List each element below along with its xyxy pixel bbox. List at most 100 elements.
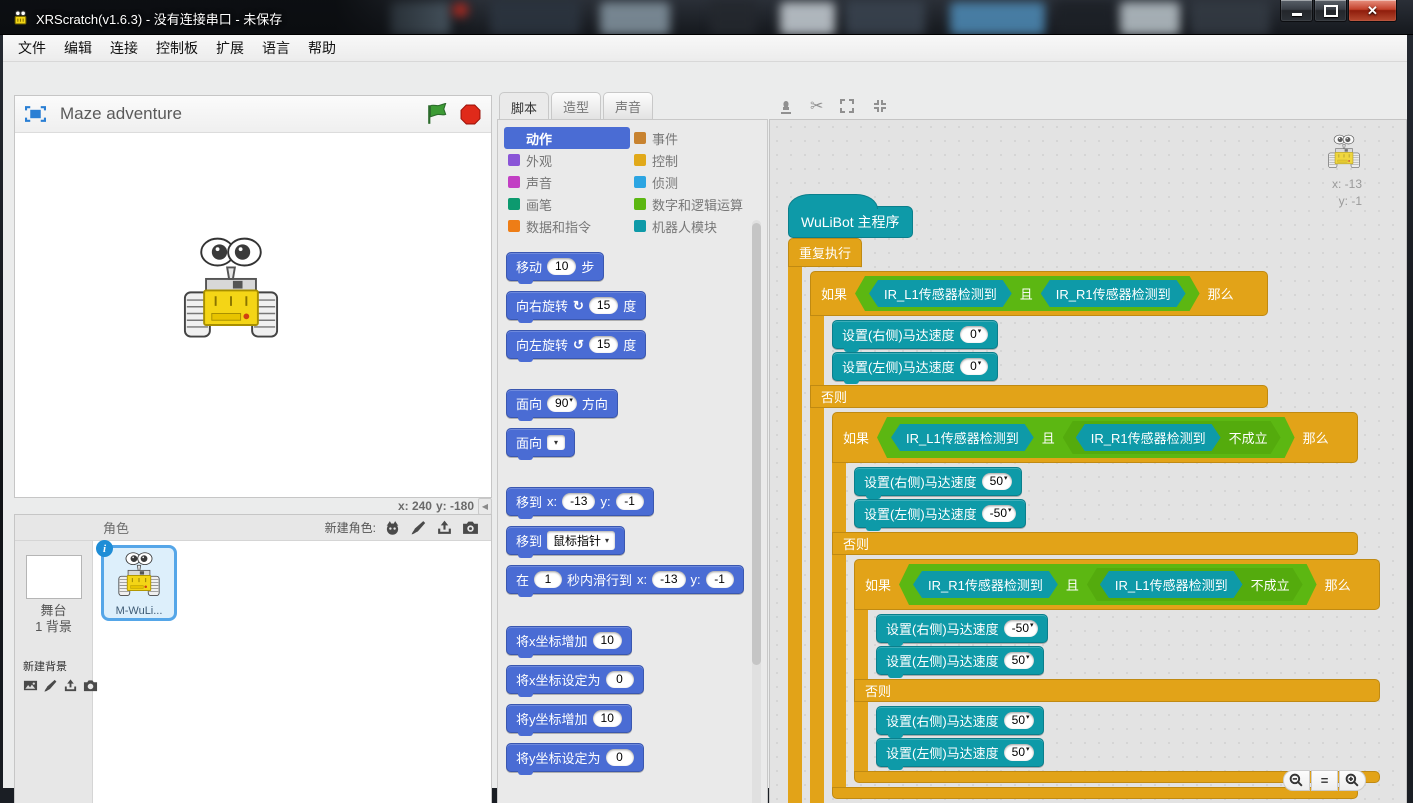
if2-footer[interactable]	[832, 787, 1358, 799]
x-input[interactable]: -13	[652, 571, 685, 589]
towards-dropdown[interactable]: ▾	[547, 435, 565, 450]
sensor-ir-r1[interactable]: IR_R1传感器检测到	[913, 571, 1058, 598]
maximize-button[interactable]	[1314, 0, 1347, 22]
stage-canvas[interactable]	[15, 133, 491, 497]
grow-sprite-icon[interactable]	[838, 97, 856, 115]
block-point-direction[interactable]: 面向 90▾ 方向	[506, 389, 618, 418]
delete-scissors-icon[interactable]: ✂	[810, 96, 823, 116]
category-motion[interactable]: 动作	[504, 127, 630, 149]
zoom-in-button[interactable]	[1339, 770, 1366, 791]
upload-sprite-icon[interactable]	[436, 519, 453, 536]
sensor-ir-r1[interactable]: IR_R1传感器检测到	[1076, 424, 1221, 451]
menu-help[interactable]: 帮助	[299, 35, 345, 61]
speed-dropdown[interactable]: 50▾	[1004, 744, 1034, 762]
degrees-input[interactable]: 15	[589, 297, 618, 315]
speed-dropdown[interactable]: 50▾	[982, 473, 1012, 491]
new-sprite-library-icon[interactable]	[384, 519, 401, 536]
speed-dropdown[interactable]: -50▾	[1004, 620, 1038, 638]
block-change-y[interactable]: 将y坐标增加 10	[506, 704, 632, 733]
block-goto-xy[interactable]: 移到 x: -13 y: -1	[506, 487, 654, 516]
close-button[interactable]: ✕	[1348, 0, 1397, 22]
y-input[interactable]: -1	[616, 493, 644, 511]
fullscreen-icon[interactable]	[25, 106, 46, 122]
category-looks[interactable]: 外观	[504, 149, 630, 171]
paint-backdrop-icon[interactable]	[43, 678, 58, 693]
and-operator[interactable]: IR_R1传感器检测到 且 IR_L1传感器检测到 不成立	[899, 564, 1317, 605]
sprite-info-icon[interactable]: i	[96, 540, 113, 557]
menu-language[interactable]: 语言	[253, 35, 299, 61]
block-point-towards[interactable]: 面向 ▾	[506, 428, 575, 457]
set-left-motor-block[interactable]: 设置(左侧)马达速度 50▾	[876, 738, 1044, 767]
speed-dropdown[interactable]: 50▾	[1004, 712, 1034, 730]
speed-dropdown[interactable]: -50▾	[982, 505, 1016, 523]
not-operator[interactable]: IR_R1传感器检测到 不成立	[1063, 421, 1281, 454]
steps-input[interactable]: 10	[547, 258, 576, 276]
set-right-motor-block[interactable]: 设置(右侧)马达速度 50▾	[854, 467, 1022, 496]
hat-block-wulibot-main[interactable]: WuLiBot 主程序	[788, 206, 913, 238]
block-turn-left[interactable]: 向左旋转 ↺ 15 度	[506, 330, 646, 359]
paint-new-sprite-icon[interactable]	[410, 519, 427, 536]
if3-else-bar[interactable]: 否则	[854, 679, 1380, 702]
degrees-input[interactable]: 15	[589, 336, 618, 354]
if1-else-bar[interactable]: 否则	[810, 385, 1268, 408]
speed-dropdown[interactable]: 0▾	[960, 358, 988, 376]
sensor-ir-l1[interactable]: IR_L1传感器检测到	[891, 424, 1034, 451]
set-right-motor-block[interactable]: 设置(右侧)马达速度 50▾	[876, 706, 1044, 735]
if3-header[interactable]: 如果 IR_R1传感器检测到 且 IR_L1传感器检测到	[854, 559, 1380, 610]
block-turn-right[interactable]: 向右旋转 ↻ 15 度	[506, 291, 646, 320]
seconds-input[interactable]: 1	[534, 571, 562, 589]
camera-backdrop-icon[interactable]	[83, 678, 98, 693]
set-left-motor-block[interactable]: 设置(左侧)马达速度 0▾	[832, 352, 998, 381]
and-operator[interactable]: IR_L1传感器检测到 且 IR_R1传感器检测到 不成立	[877, 417, 1295, 458]
backdrop-library-icon[interactable]	[23, 678, 38, 693]
not-operator[interactable]: IR_L1传感器检测到 不成立	[1087, 568, 1303, 601]
block-move-steps[interactable]: 移动 10 步	[506, 252, 604, 281]
forever-header[interactable]: 重复执行	[788, 238, 862, 267]
category-operators[interactable]: 数字和逻辑运算	[630, 193, 760, 215]
value-input[interactable]: 0	[606, 749, 634, 767]
stage-sprite-robot[interactable]	[183, 236, 279, 343]
zoom-reset-button[interactable]: =	[1311, 770, 1338, 791]
menu-board[interactable]: 控制板	[147, 35, 207, 61]
value-input[interactable]: 10	[593, 632, 622, 650]
and-operator[interactable]: IR_L1传感器检测到 且 IR_R1传感器检测到	[855, 276, 1200, 311]
set-right-motor-block[interactable]: 设置(右侧)马达速度 0▾	[832, 320, 998, 349]
minimize-button[interactable]	[1280, 0, 1313, 22]
value-input[interactable]: 0	[606, 671, 634, 689]
zoom-out-button[interactable]	[1283, 770, 1310, 791]
category-robot[interactable]: 机器人模块	[630, 215, 760, 237]
menu-edit[interactable]: 编辑	[55, 35, 101, 61]
stop-icon[interactable]	[460, 104, 481, 125]
speed-dropdown[interactable]: 0▾	[960, 326, 988, 344]
category-data[interactable]: 数据和指令	[504, 215, 630, 237]
block-set-x[interactable]: 将x坐标设定为 0	[506, 665, 644, 694]
y-input[interactable]: -1	[706, 571, 734, 589]
tab-scripts[interactable]: 脚本	[499, 92, 549, 121]
camera-sprite-icon[interactable]	[462, 519, 479, 536]
value-input[interactable]: 10	[593, 710, 622, 728]
duplicate-stamp-icon[interactable]	[777, 97, 795, 115]
block-glide[interactable]: 在 1 秒内滑行到 x: -13 y: -1	[506, 565, 744, 594]
category-sound[interactable]: 声音	[504, 171, 630, 193]
sensor-ir-r1[interactable]: IR_R1传感器检测到	[1041, 280, 1186, 307]
block-set-y[interactable]: 将y坐标设定为 0	[506, 743, 644, 772]
category-events[interactable]: 事件	[630, 127, 760, 149]
script-area[interactable]: x: -13 y: -1 WuLiBot 主程序 重复执行 如果	[769, 119, 1407, 803]
palette-scrollbar[interactable]	[752, 220, 761, 803]
menu-extension[interactable]: 扩展	[207, 35, 253, 61]
set-left-motor-block[interactable]: 设置(左侧)马达速度 50▾	[876, 646, 1044, 675]
sensor-ir-l1[interactable]: IR_L1传感器检测到	[869, 280, 1012, 307]
titlebar[interactable]: XRScratch(v1.6.3) - 没有连接串口 - 未保存 ✕	[0, 0, 1413, 35]
if1-header[interactable]: 如果 IR_L1传感器检测到 且 IR_R1传感器检测到 那么	[810, 271, 1268, 316]
sprite-card-wulibot[interactable]: i M-WuLi...	[101, 545, 177, 621]
stage-thumbnail[interactable]	[26, 555, 82, 599]
x-input[interactable]: -13	[562, 493, 595, 511]
category-control[interactable]: 控制	[630, 149, 760, 171]
menu-file[interactable]: 文件	[9, 35, 55, 61]
category-sensing[interactable]: 侦测	[630, 171, 760, 193]
green-flag-icon[interactable]	[426, 103, 450, 125]
goto-target-dropdown[interactable]: 鼠标指针▾	[547, 531, 615, 550]
tab-sounds[interactable]: 声音	[603, 92, 653, 120]
set-left-motor-block[interactable]: 设置(左侧)马达速度 -50▾	[854, 499, 1026, 528]
category-pen[interactable]: 画笔	[504, 193, 630, 215]
